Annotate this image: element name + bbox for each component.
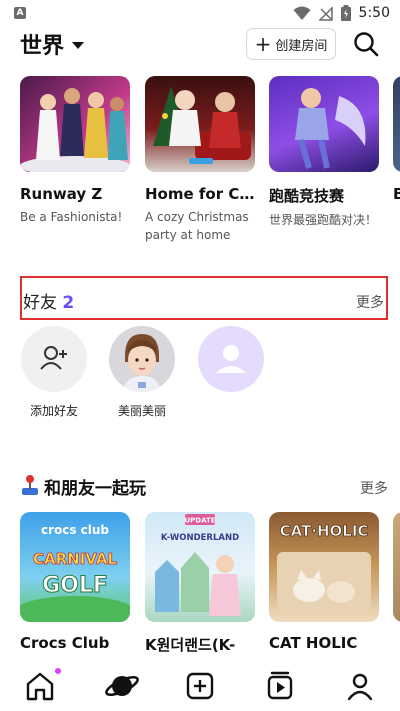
- thumb-text: GOLF: [42, 573, 108, 598]
- create-room-label: 创建房间: [275, 38, 328, 54]
- thumb-text: UPDATE: [184, 517, 215, 525]
- battery-icon: [340, 5, 351, 21]
- room-title: 跑酷竞技赛: [269, 187, 345, 205]
- avatar-placeholder: [198, 326, 264, 392]
- search-icon[interactable]: [352, 30, 380, 58]
- plus-icon: +: [254, 32, 272, 56]
- cat-holic-artwork: CAT·HOLIC: [277, 522, 371, 612]
- play-icon: [267, 671, 293, 700]
- game-title: CAT HOLIC: [269, 634, 358, 652]
- friends-title: 好友 2: [23, 288, 74, 313]
- room-card[interactable]: 跑酷竞技赛 世界最强跑酷对决！: [269, 76, 379, 229]
- room-thumbnail: [393, 76, 400, 172]
- add-friend-circle: [21, 326, 87, 392]
- friends-section-header: 好友 2 更多: [20, 276, 388, 320]
- room-card[interactable]: Runway Z Be a Fashionista!: [20, 76, 130, 226]
- status-icons: 5:50: [293, 5, 390, 21]
- room-thumbnail: [269, 76, 379, 172]
- friends-label: 好友: [23, 293, 57, 313]
- room-description: 世界最强跑酷对决！: [269, 213, 378, 227]
- game-card[interactable]: CAT·HOLIC CAT HOLIC: [269, 512, 379, 652]
- friend-item[interactable]: 美丽美丽: [102, 326, 182, 419]
- caret-down-icon: [72, 41, 85, 49]
- add-friend-button[interactable]: 添加好友: [14, 326, 94, 419]
- create-room-button[interactable]: + 创建房间: [246, 28, 336, 60]
- game-thumbnail: CAT·HOLIC: [269, 512, 379, 622]
- notification-dot: [55, 668, 61, 674]
- room-description: Be a Fashionista!: [20, 210, 123, 224]
- add-user-icon: [40, 346, 67, 370]
- friends-more-link[interactable]: 更多: [356, 292, 384, 312]
- friend-avatar-image: [123, 334, 161, 392]
- nav-create[interactable]: [182, 668, 218, 704]
- room-thumbnail: [20, 76, 130, 172]
- home-icon: [26, 672, 54, 701]
- christmas-room-image: [153, 86, 251, 164]
- thumb-text: crocs club: [41, 523, 109, 537]
- play-together-header: 和朋友一起玩 更多: [20, 474, 388, 500]
- avatar: [109, 326, 175, 392]
- parkour-avatar-image: [295, 88, 366, 169]
- fashion-avatars-image: [20, 88, 130, 172]
- world-dropdown[interactable]: 世界: [20, 28, 85, 60]
- friends-count: 2: [62, 293, 75, 313]
- bottom-navigation: [0, 660, 400, 711]
- room-card[interactable]: Home for C… A cozy Christmas party at ho…: [145, 76, 255, 244]
- no-signal-icon: [318, 5, 333, 21]
- game-title: K원더랜드(K-: [145, 636, 236, 654]
- room-card-partial[interactable]: B: [393, 76, 400, 203]
- friend-label: 美丽美丽: [117, 404, 166, 418]
- thumb-text: K-WONDERLAND: [161, 533, 239, 543]
- game-title: Crocs Club: [20, 634, 110, 652]
- room-thumbnail: [145, 76, 255, 172]
- add-icon: [186, 672, 214, 700]
- room-title: Runway Z: [20, 185, 103, 203]
- room-title: B: [393, 185, 400, 203]
- joystick-icon: [22, 475, 38, 495]
- nav-home[interactable]: [22, 668, 61, 704]
- crocs-club-artwork: crocs club CARNIVAL GOLF: [20, 523, 130, 622]
- user-icon: [216, 345, 246, 373]
- planet-icon: [105, 675, 139, 697]
- page-title: 世界: [20, 34, 65, 59]
- game-card[interactable]: crocs club CARNIVAL GOLF Crocs Club: [20, 512, 130, 652]
- clock: 5:50: [358, 5, 390, 21]
- notification-app-icon: A: [14, 7, 26, 19]
- game-thumbnail: UPDATE K-WONDERLAND: [145, 512, 255, 622]
- thumb-text: CARNIVAL: [33, 550, 118, 568]
- nav-profile[interactable]: [342, 668, 378, 704]
- game-thumbnail: [393, 512, 400, 622]
- thumb-text: CAT·HOLIC: [280, 522, 369, 540]
- room-carousel[interactable]: Runway Z Be a Fashionista! Home for C… A…: [0, 76, 400, 256]
- profile-icon: [347, 673, 373, 701]
- game-thumbnail: crocs club CARNIVAL GOLF: [20, 512, 130, 622]
- game-card-partial[interactable]: [393, 512, 400, 622]
- play-together-title: 和朋友一起玩: [44, 479, 146, 499]
- friend-label: 添加好友: [29, 404, 78, 418]
- room-description: A cozy Christmas party at home: [145, 210, 249, 242]
- k-wonderland-artwork: UPDATE K-WONDERLAND: [155, 514, 241, 616]
- play-together-more-link[interactable]: 更多: [360, 478, 388, 498]
- status-bar: A 5:50: [0, 0, 400, 28]
- nav-world[interactable]: [104, 668, 140, 704]
- top-header: 世界 + 创建房间: [0, 28, 400, 62]
- friend-item[interactable]: [191, 326, 271, 402]
- wifi-icon: [293, 6, 311, 20]
- nav-play[interactable]: [262, 668, 298, 704]
- game-card[interactable]: UPDATE K-WONDERLAND K원더랜드(K-: [145, 512, 255, 655]
- room-title: Home for C…: [145, 185, 255, 203]
